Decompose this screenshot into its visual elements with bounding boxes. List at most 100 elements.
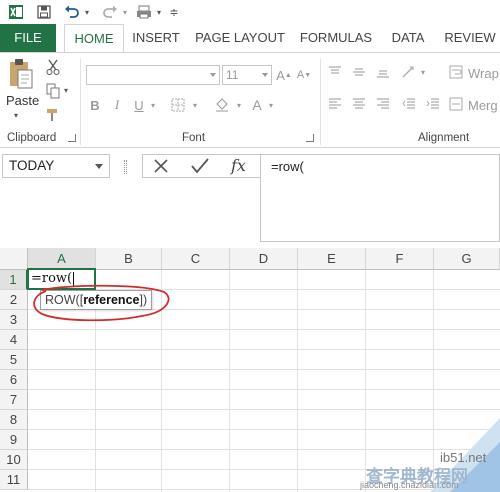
tab-insert[interactable]: INSERT <box>126 24 186 52</box>
align-left-icon[interactable] <box>326 95 344 113</box>
wrap-text-icon[interactable] <box>448 63 464 81</box>
row-header-8[interactable]: 8 <box>0 410 28 430</box>
column-header-f[interactable]: F <box>366 248 434 270</box>
gridline <box>28 369 500 370</box>
paste-icon[interactable] <box>6 57 36 91</box>
column-header-c[interactable]: C <box>162 248 230 270</box>
excel-logo-icon <box>6 3 26 21</box>
column-header-e[interactable]: E <box>298 248 366 270</box>
gridline <box>161 270 162 492</box>
tab-formulas[interactable]: FORMULAS <box>296 24 376 52</box>
paste-button[interactable]: Paste <box>6 93 39 108</box>
merge-center-button[interactable]: Merg <box>468 98 498 113</box>
italic-icon[interactable]: I <box>110 95 124 115</box>
underline-icon[interactable]: U <box>132 95 146 115</box>
print-preview-icon[interactable] <box>134 3 154 21</box>
tab-data[interactable]: DATA <box>384 24 432 52</box>
row-header-10[interactable]: 10 <box>0 450 28 470</box>
align-top-icon[interactable] <box>326 63 344 81</box>
enter-icon[interactable] <box>191 158 209 177</box>
row-header-1[interactable]: 1 <box>0 270 28 290</box>
font-name-combo[interactable] <box>86 65 220 85</box>
column-header-a[interactable]: A <box>28 248 96 270</box>
row-header-5[interactable]: 5 <box>0 350 28 370</box>
tab-file[interactable]: FILE <box>0 24 56 52</box>
tab-page-layout[interactable]: PAGE LAYOUT <box>194 24 286 52</box>
clipboard-launcher-icon[interactable] <box>68 134 76 142</box>
watermark: ib51.net 查字典教程网 jiaocheng.chazidian.com <box>330 408 500 492</box>
decrease-font-icon[interactable]: A ▼ <box>296 65 312 85</box>
decrease-indent-icon[interactable] <box>400 95 418 113</box>
ribbon-tabs: FILE HOME INSERT PAGE LAYOUT FORMULAS DA… <box>0 24 500 52</box>
gridline <box>297 270 298 492</box>
fill-color-dropdown-icon[interactable]: ▾ <box>234 97 244 113</box>
tab-home[interactable]: HOME <box>64 24 124 52</box>
row-header-9[interactable]: 9 <box>0 430 28 450</box>
tooltip-argument[interactable]: reference <box>83 293 139 307</box>
column-header-b[interactable]: B <box>96 248 162 270</box>
gridline <box>28 329 500 330</box>
font-group-label: Font <box>182 132 206 144</box>
alignment-group-label: Alignment <box>418 132 470 144</box>
format-painter-icon[interactable] <box>44 107 62 123</box>
cell-a1-value: =row( <box>31 271 73 286</box>
font-launcher-icon[interactable] <box>306 134 314 142</box>
undo-icon[interactable] <box>62 3 82 21</box>
orientation-icon[interactable] <box>400 63 418 81</box>
row-header-7[interactable]: 7 <box>0 390 28 410</box>
row-header-2[interactable]: 2 <box>0 290 28 310</box>
row-header-11[interactable]: 11 <box>0 470 28 490</box>
copy-icon[interactable] <box>44 83 62 99</box>
name-box[interactable]: TODAY <box>2 154 110 178</box>
column-header-g[interactable]: G <box>434 248 500 270</box>
column-header-d[interactable]: D <box>230 248 298 270</box>
fill-color-icon[interactable] <box>212 95 232 115</box>
select-all-corner[interactable] <box>0 248 28 270</box>
font-color-dropdown-icon[interactable]: ▾ <box>266 97 276 113</box>
undo-dropdown-icon[interactable]: ▾ <box>82 3 92 21</box>
name-box-dropdown-icon[interactable] <box>95 164 103 169</box>
bold-icon[interactable]: B <box>88 95 102 115</box>
align-center-icon[interactable] <box>350 95 368 113</box>
increase-indent-icon[interactable] <box>424 95 442 113</box>
save-icon[interactable] <box>34 3 54 21</box>
paste-dropdown-icon[interactable]: ▾ <box>14 111 18 120</box>
merge-center-icon[interactable] <box>448 95 464 113</box>
cut-icon[interactable] <box>44 59 62 75</box>
gridline <box>28 389 500 390</box>
tab-review[interactable]: REVIEW <box>440 24 500 52</box>
redo-dropdown-icon[interactable]: ▾ <box>120 3 130 21</box>
orientation-dropdown-icon[interactable]: ▾ <box>418 65 428 79</box>
row-header-3[interactable]: 3 <box>0 310 28 330</box>
align-right-icon[interactable] <box>374 95 392 113</box>
group-divider <box>80 59 81 145</box>
tooltip-prefix: ROW([ <box>45 293 84 307</box>
borders-dropdown-icon[interactable]: ▾ <box>190 97 200 113</box>
redo-icon[interactable] <box>100 3 120 21</box>
copy-dropdown-icon[interactable]: ▾ <box>64 86 68 95</box>
insert-function-icon[interactable]: fx <box>231 156 246 175</box>
active-cell-a1[interactable]: =row( <box>27 268 96 290</box>
row-header-4[interactable]: 4 <box>0 330 28 350</box>
increase-font-icon[interactable]: A ▲ <box>276 65 292 85</box>
ribbon-home: Paste ▾ ▾ Clipboard 11 A ▲ A ▼ B I U ▾ ▾ ▾… <box>0 52 500 148</box>
wrap-text-button[interactable]: Wrap <box>468 66 499 81</box>
tooltip-suffix: ]) <box>139 293 148 307</box>
formula-bar-grip[interactable] <box>124 160 127 174</box>
underline-dropdown-icon[interactable]: ▾ <box>148 97 158 113</box>
borders-icon[interactable] <box>168 95 188 115</box>
align-bottom-icon[interactable] <box>374 63 392 81</box>
cancel-icon[interactable] <box>153 158 169 177</box>
font-color-icon[interactable]: A <box>248 95 266 115</box>
clipboard-group-label: Clipboard <box>7 132 57 144</box>
formula-input[interactable]: =row( <box>260 154 500 242</box>
function-tooltip[interactable]: ROW([reference]) <box>40 290 152 310</box>
text-cursor <box>73 271 75 286</box>
align-middle-icon[interactable] <box>350 63 368 81</box>
row-header-6[interactable]: 6 <box>0 370 28 390</box>
print-dropdown-icon[interactable]: ▾ <box>154 3 164 21</box>
font-size-value: 11 <box>226 68 239 82</box>
name-box-value: TODAY <box>9 158 55 173</box>
customize-toolbar-icon[interactable]: ≑ <box>168 3 180 21</box>
font-size-combo[interactable]: 11 <box>222 65 272 85</box>
